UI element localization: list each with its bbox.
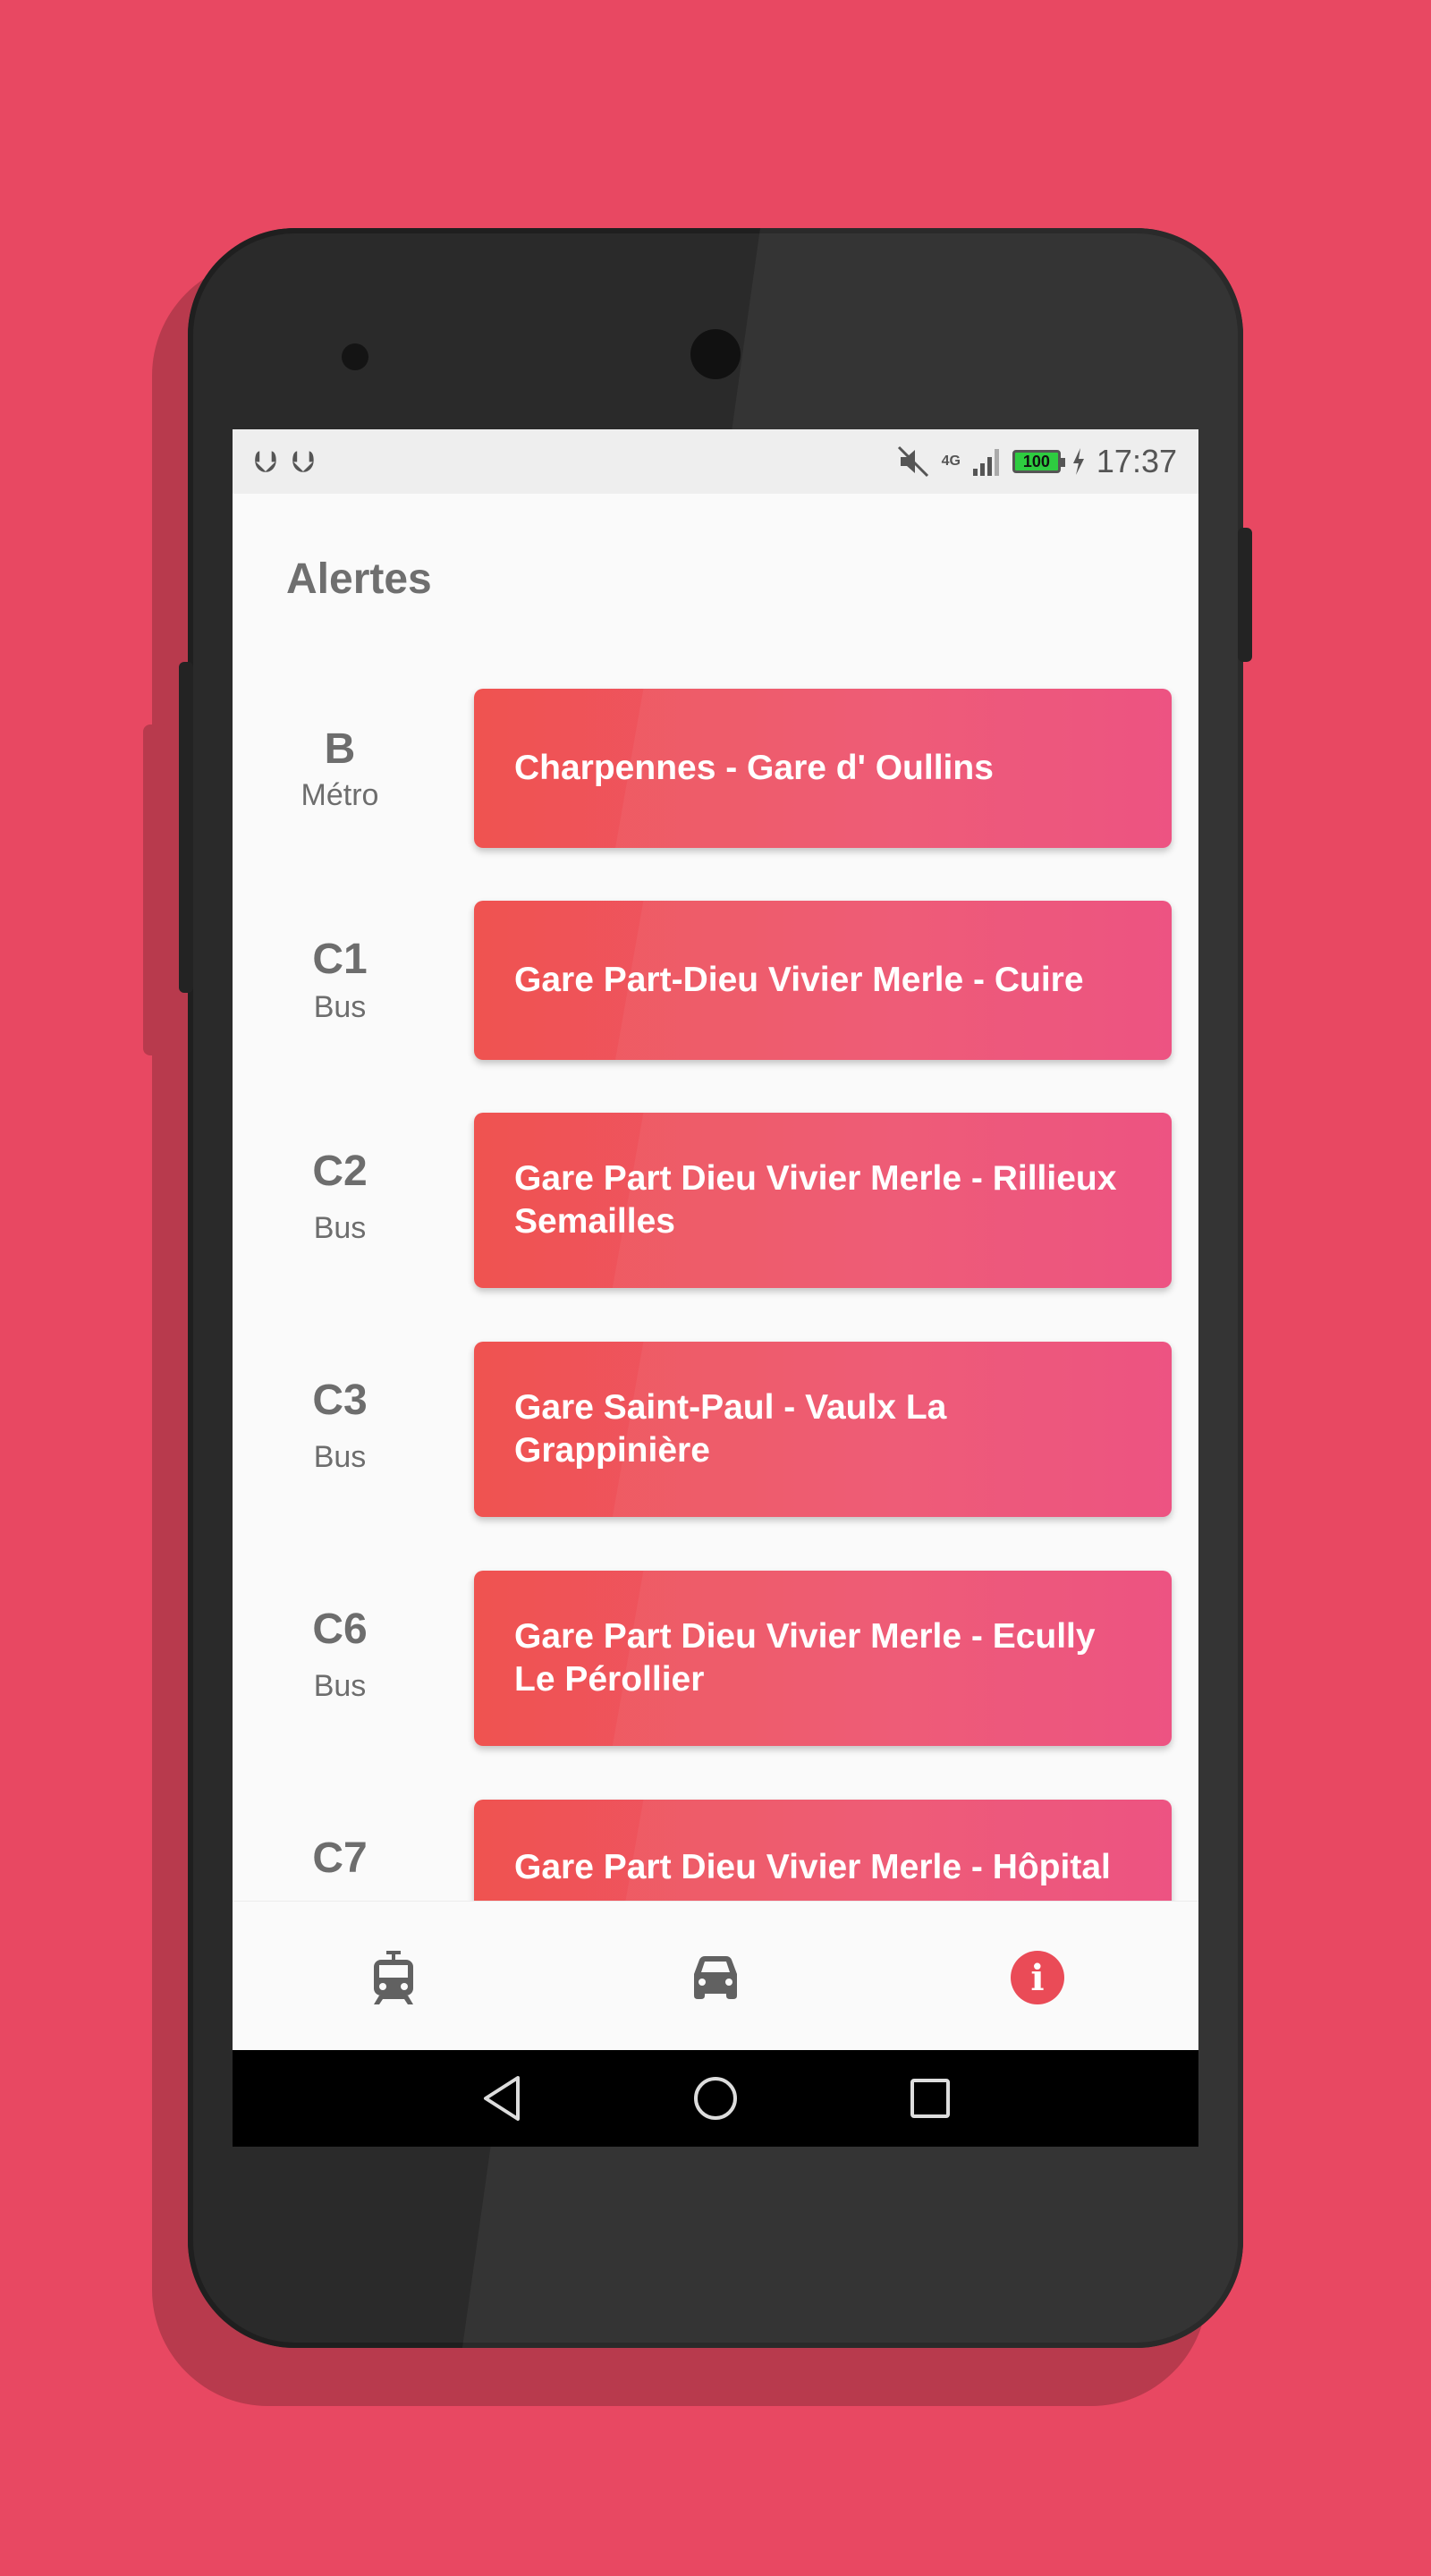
line-code: C6 <box>312 1606 368 1653</box>
alert-card[interactable]: Gare Part Dieu Vivier Merle - Ecully Le … <box>474 1571 1172 1746</box>
alert-text: Gare Part-Dieu Vivier Merle - Cuire <box>514 961 1084 999</box>
alert-card[interactable]: Gare Part-Dieu Vivier Merle - Cuire <box>474 901 1172 1060</box>
info-icon: i <box>1011 1951 1064 2004</box>
line-type: Bus <box>313 1669 367 1703</box>
line-code: B <box>324 725 356 773</box>
line-type: Bus <box>313 1440 367 1474</box>
status-time: 17:37 <box>1096 443 1177 479</box>
recents-icon <box>910 2079 950 2118</box>
system-navigation-bar <box>233 2050 1198 2147</box>
car-icon <box>694 1956 737 1999</box>
line-type: Bus <box>313 990 367 1024</box>
line-type: Bus <box>313 1211 367 1245</box>
status-indicators: 4G 100 17:37 <box>895 442 1177 481</box>
line-code: C3 <box>312 1377 368 1424</box>
back-button[interactable] <box>474 2070 531 2127</box>
page-title: Alertes <box>286 555 432 603</box>
alert-text: Gare Part Dieu Vivier Merle - Rillieux S… <box>514 1159 1117 1241</box>
volume-button <box>179 662 193 993</box>
phone-shadow-button <box>143 724 170 1055</box>
power-button <box>1238 528 1252 662</box>
alert-card[interactable]: Charpennes - Gare d' Oullins <box>474 689 1172 848</box>
line-code: C2 <box>312 1148 368 1195</box>
alert-text: Gare Part Dieu Vivier Merle - Hôpital <box>514 1848 1111 1886</box>
nav-car-button[interactable] <box>675 1937 756 2018</box>
alert-text: Gare Part Dieu Vivier Merle - Ecully Le … <box>514 1617 1096 1699</box>
alert-text: Gare Saint-Paul - Vaulx La Grappinière <box>514 1388 947 1470</box>
home-button[interactable] <box>687 2070 744 2127</box>
back-icon <box>484 2076 520 2121</box>
nav-tram-button[interactable] <box>353 1937 434 2018</box>
line-code: C7 <box>312 1835 368 1882</box>
bottom-navigation: i <box>233 1901 1198 2051</box>
line-code: C1 <box>312 936 368 983</box>
alert-card[interactable]: Gare Saint-Paul - Vaulx La Grappinière <box>474 1342 1172 1517</box>
status-bar: ⮋ ⮋ 4G 100 17:37 <box>233 429 1198 494</box>
proximity-sensor <box>342 343 368 370</box>
front-camera <box>690 329 741 379</box>
usb-icon: ⮋ <box>254 445 277 479</box>
charging-icon <box>1072 448 1084 475</box>
line-type: Métro <box>301 778 379 812</box>
usb-icon: ⮋ <box>292 445 315 479</box>
recents-button[interactable] <box>902 2070 959 2127</box>
mute-icon <box>897 445 928 478</box>
tram-icon <box>374 1951 413 2004</box>
home-icon <box>694 2077 737 2120</box>
alert-text: Charpennes - Gare d' Oullins <box>514 749 994 787</box>
battery-icon: 100 <box>1012 450 1065 473</box>
network-type-label: 4G <box>941 453 961 469</box>
alert-card[interactable]: Gare Part Dieu Vivier Merle - Rillieux S… <box>474 1113 1172 1288</box>
promo-stage: ⮋ ⮋ 4G 100 17:37 Alertes B Métro Charpen… <box>0 0 1431 2576</box>
phone-screen: ⮋ ⮋ 4G 100 17:37 Alertes B Métro Charpen… <box>233 429 1198 2147</box>
nav-alerts-button[interactable]: i <box>997 1937 1078 2018</box>
signal-icon <box>972 449 999 476</box>
